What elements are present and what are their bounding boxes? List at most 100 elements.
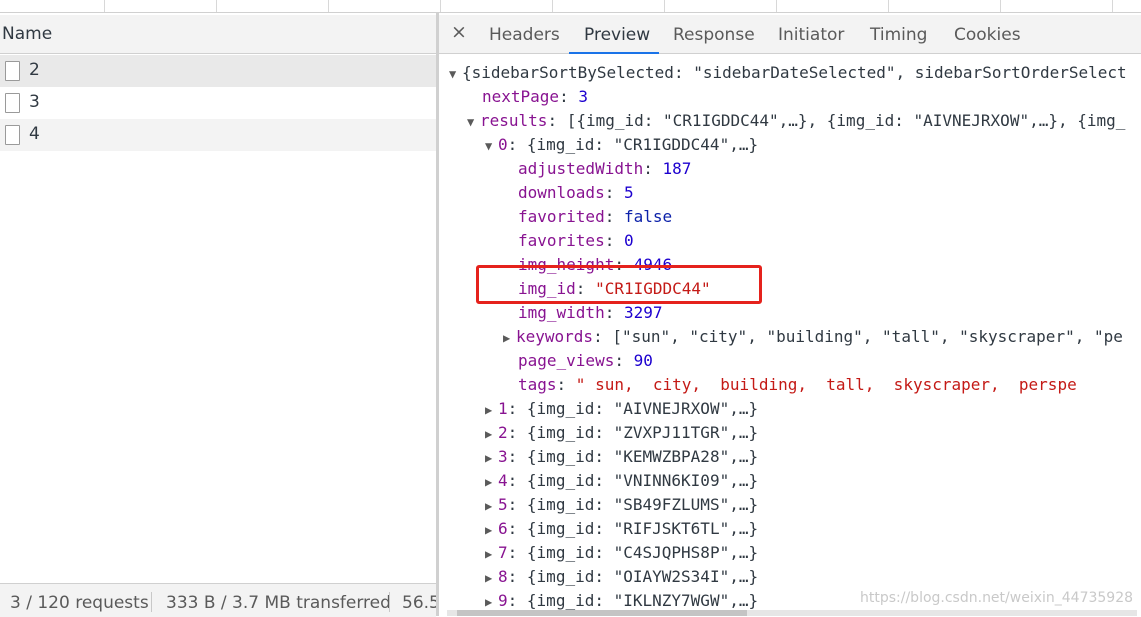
tree-row-item[interactable]: ▶ 5: {img_id: "SB49FZLUMS",…}	[485, 493, 758, 517]
collapsed-triangle-icon[interactable]: ▶	[485, 518, 498, 542]
tree-row-field[interactable]: adjustedWidth: 187	[518, 157, 691, 181]
collapsed-triangle-icon[interactable]: ▶	[485, 422, 498, 446]
request-row[interactable]: 3	[0, 87, 436, 119]
json-value: 187	[662, 159, 692, 178]
json-value: 0	[623, 231, 634, 250]
tree-row-item[interactable]: ▶ 7: {img_id: "C4SJQPHS8P",…}	[485, 541, 758, 565]
transferred-size: 333 B / 3.7 MB transferred	[166, 593, 391, 613]
request-list-pane: Name 2 3 4 3 / 120 requests 333 B / 3.7 …	[0, 13, 436, 617]
root-key: sidebarSortBySelected	[471, 63, 674, 82]
collapsed-triangle-icon[interactable]: ▶	[503, 326, 516, 350]
resources-size: 56.5	[402, 593, 436, 613]
collapsed-triangle-icon[interactable]: ▶	[485, 542, 498, 566]
json-value: 90	[633, 351, 653, 370]
json-key: 0	[498, 135, 508, 154]
expanded-triangle-icon[interactable]: ▼	[485, 134, 498, 158]
tree-row-item[interactable]: ▶ 1: {img_id: "AIVNEJRXOW",…}	[485, 397, 758, 421]
tree-row-item[interactable]: ▶ 4: {img_id: "VNINN6KI09",…}	[485, 469, 758, 493]
request-count: 3 / 120 requests	[10, 593, 149, 613]
tree-row-item[interactable]: ▶ 3: {img_id: "KEMWZBPA28",…}	[485, 445, 758, 469]
tree-row-keywords[interactable]: ▶ keywords: ["sun", "city", "building", "…	[503, 325, 1123, 349]
json-preview: [{img_id: "CR1IGDDC44",…}, {img_id: "AIV…	[566, 111, 1126, 130]
collapsed-triangle-icon[interactable]: ▶	[485, 566, 498, 590]
tree-row-field[interactable]: page_views: 90	[518, 349, 653, 373]
request-row[interactable]: 4	[0, 119, 436, 151]
json-value: "IKLNZY7WGW"	[613, 591, 730, 610]
scrollbar-thumb[interactable]	[457, 610, 747, 616]
json-value: 3297	[623, 303, 663, 322]
tab-headers[interactable]: Headers	[489, 25, 560, 45]
tree-row-field[interactable]: tags: " sun, city, building, tall, skysc…	[518, 373, 1077, 397]
json-key: tags	[518, 375, 557, 394]
json-key: favorited	[518, 207, 605, 226]
request-name: 2	[29, 60, 40, 80]
document-icon	[5, 61, 20, 81]
json-value: 3	[578, 87, 588, 106]
json-key: 7	[498, 543, 508, 562]
horizontal-scrollbar[interactable]	[447, 610, 1137, 616]
json-value: "KEMWZBPA28"	[613, 447, 730, 466]
tree-row-field[interactable]: img_width: 3297	[518, 301, 663, 325]
json-value: 5	[623, 183, 634, 202]
tab-preview[interactable]: Preview	[584, 25, 650, 45]
json-key: page_views	[518, 351, 615, 370]
annotation-highlight-box	[476, 265, 762, 304]
expanded-triangle-icon[interactable]: ▼	[467, 110, 480, 134]
active-tab-indicator	[569, 52, 659, 54]
root-value: "sidebarDateSelected"	[693, 63, 896, 82]
request-row[interactable]: 2	[0, 55, 436, 87]
json-value: "SB49FZLUMS"	[613, 495, 730, 514]
json-value: "OIAYW2S34I"	[613, 567, 730, 586]
name-column-label: Name	[2, 24, 53, 44]
tree-row-nextpage[interactable]: nextPage: 3	[482, 85, 588, 109]
tree-row-item[interactable]: ▶ 6: {img_id: "RIFJSKT6TL",…}	[485, 517, 758, 541]
json-key: downloads	[518, 183, 605, 202]
request-name: 3	[29, 92, 40, 112]
json-key: img_width	[518, 303, 605, 322]
tree-row-root[interactable]: ▼ {sidebarSortBySelected: "sidebarDateSel…	[449, 61, 1127, 85]
request-detail-pane: × Headers Preview Response Initiator Tim…	[439, 13, 1141, 616]
tree-row-item[interactable]: ▶ 8: {img_id: "OIAYW2S34I",…}	[485, 565, 758, 589]
tree-row-field[interactable]: downloads: 5	[518, 181, 634, 205]
json-preview-tree: ▼ {sidebarSortBySelected: "sidebarDateSel…	[439, 61, 1141, 616]
json-key: 5	[498, 495, 508, 514]
json-value: "VNINN6KI09"	[613, 471, 730, 490]
json-value: "AIVNEJRXOW"	[613, 399, 730, 418]
json-value: "RIFJSKT6TL"	[613, 519, 730, 538]
tree-row-results[interactable]: ▼ results: [{img_id: "CR1IGDDC44",…}, {im…	[467, 109, 1125, 133]
json-value: false	[623, 207, 673, 226]
tab-timing[interactable]: Timing	[870, 25, 927, 45]
tab-response[interactable]: Response	[673, 25, 755, 45]
expanded-triangle-icon[interactable]: ▼	[449, 62, 462, 86]
json-key: results	[480, 111, 548, 130]
json-key: favorites	[518, 231, 605, 250]
tab-initiator[interactable]: Initiator	[778, 25, 844, 45]
name-column-header[interactable]: Name	[0, 15, 436, 54]
json-value: "ZVXPJ11TGR"	[613, 423, 730, 442]
detail-tab-bar: × Headers Preview Response Initiator Tim…	[439, 15, 1141, 54]
json-preview: {img_id: "CR1IGDDC44",…}	[526, 135, 759, 154]
collapsed-triangle-icon[interactable]: ▶	[485, 494, 498, 518]
network-status-bar: 3 / 120 requests 333 B / 3.7 MB transfer…	[0, 583, 436, 617]
collapsed-triangle-icon[interactable]: ▶	[485, 446, 498, 470]
tree-row-field[interactable]: favorites: 0	[518, 229, 634, 253]
json-key: 4	[498, 471, 508, 490]
tab-cookies[interactable]: Cookies	[954, 25, 1021, 45]
document-icon	[5, 125, 20, 145]
top-toolbar-strip	[0, 0, 1141, 13]
tree-row-field[interactable]: favorited: false	[518, 205, 672, 229]
document-icon	[5, 93, 20, 113]
json-key: nextPage	[482, 87, 560, 106]
request-name: 4	[29, 124, 40, 144]
root-key: sidebarSortOrderSelect	[914, 63, 1127, 82]
collapsed-triangle-icon[interactable]: ▶	[485, 398, 498, 422]
json-value: "C4SJQPHS8P"	[613, 543, 730, 562]
json-key: adjustedWidth	[518, 159, 644, 178]
close-icon[interactable]: ×	[451, 21, 467, 43]
tree-row-item-0[interactable]: ▼ 0: {img_id: "CR1IGDDC44",…}	[485, 133, 758, 157]
root-brace: {	[462, 63, 472, 82]
collapsed-triangle-icon[interactable]: ▶	[485, 470, 498, 494]
tree-row-item[interactable]: ▶ 2: {img_id: "ZVXPJ11TGR",…}	[485, 421, 758, 445]
json-key: 1	[498, 399, 508, 418]
json-key: 2	[498, 423, 508, 442]
